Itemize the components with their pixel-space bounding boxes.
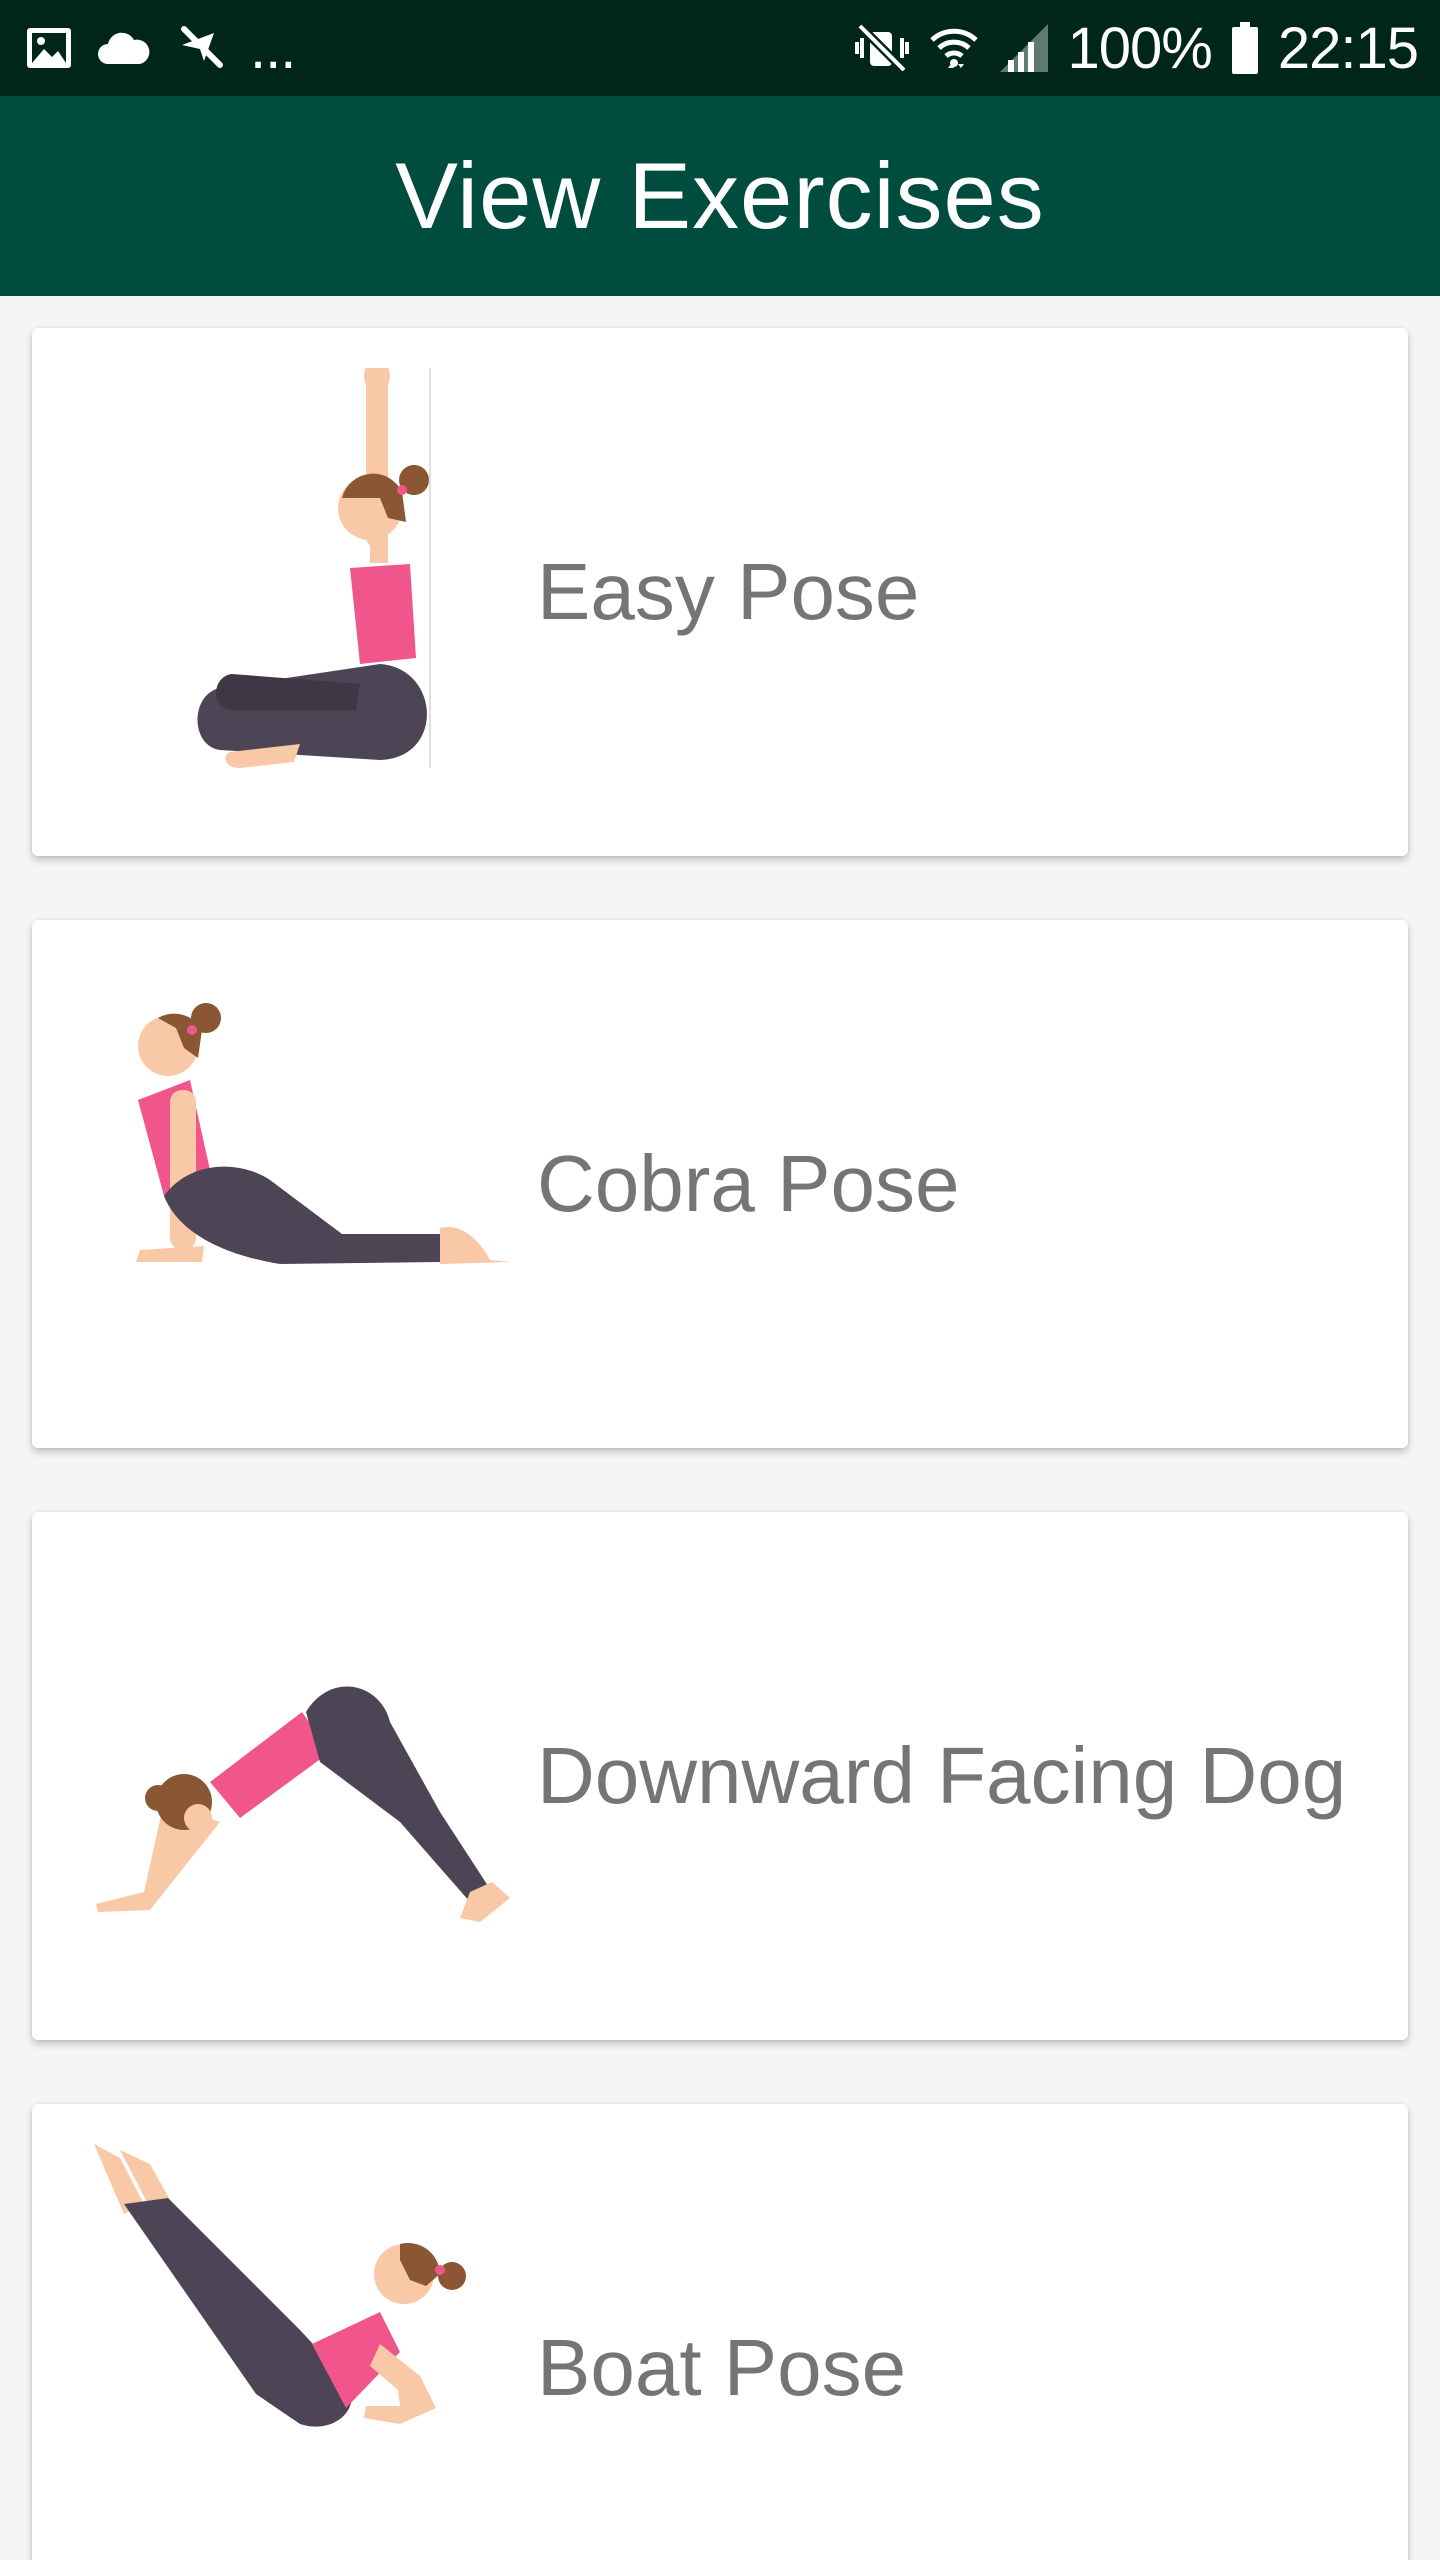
wifi-icon — [928, 22, 980, 74]
status-right: 100% 22:15 — [854, 0, 1419, 96]
app-bar: View Exercises — [0, 96, 1440, 296]
no-location-icon — [174, 21, 228, 75]
status-overflow: ... — [250, 15, 296, 81]
boat-pose-illustration — [80, 2144, 510, 2560]
status-bar: ... 100% 22:15 — [0, 0, 1440, 96]
page-title: View Exercises — [395, 143, 1045, 248]
mute-vibrate-icon — [854, 20, 910, 76]
exercise-label: Easy Pose — [537, 547, 920, 636]
exercise-card-boat-pose[interactable]: Boat Pose — [32, 2104, 1408, 2560]
cobra-pose-illustration — [80, 960, 510, 1400]
exercise-label: Boat Pose — [537, 2323, 907, 2412]
exercise-label: Cobra Pose — [537, 1139, 960, 1228]
signal-icon — [998, 22, 1050, 74]
exercise-card-cobra-pose[interactable]: Cobra Pose — [32, 920, 1408, 1448]
exercise-label: Downward Facing Dog — [537, 1731, 1347, 1820]
cloud-icon — [96, 28, 152, 68]
exercise-card-downward-dog[interactable]: Downward Facing Dog — [32, 1512, 1408, 2040]
easy-pose-illustration — [80, 360, 510, 808]
clock: 22:15 — [1277, 15, 1419, 81]
image-icon — [24, 23, 74, 73]
battery-icon — [1230, 20, 1260, 76]
downward-dog-illustration — [80, 1552, 510, 1992]
status-left: ... — [24, 0, 296, 96]
exercise-list[interactable]: Easy Pose Cobra Pose Downward Facing Dog… — [0, 296, 1440, 2560]
exercise-card-easy-pose[interactable]: Easy Pose — [32, 328, 1408, 856]
battery-percent: 100% — [1067, 15, 1213, 81]
